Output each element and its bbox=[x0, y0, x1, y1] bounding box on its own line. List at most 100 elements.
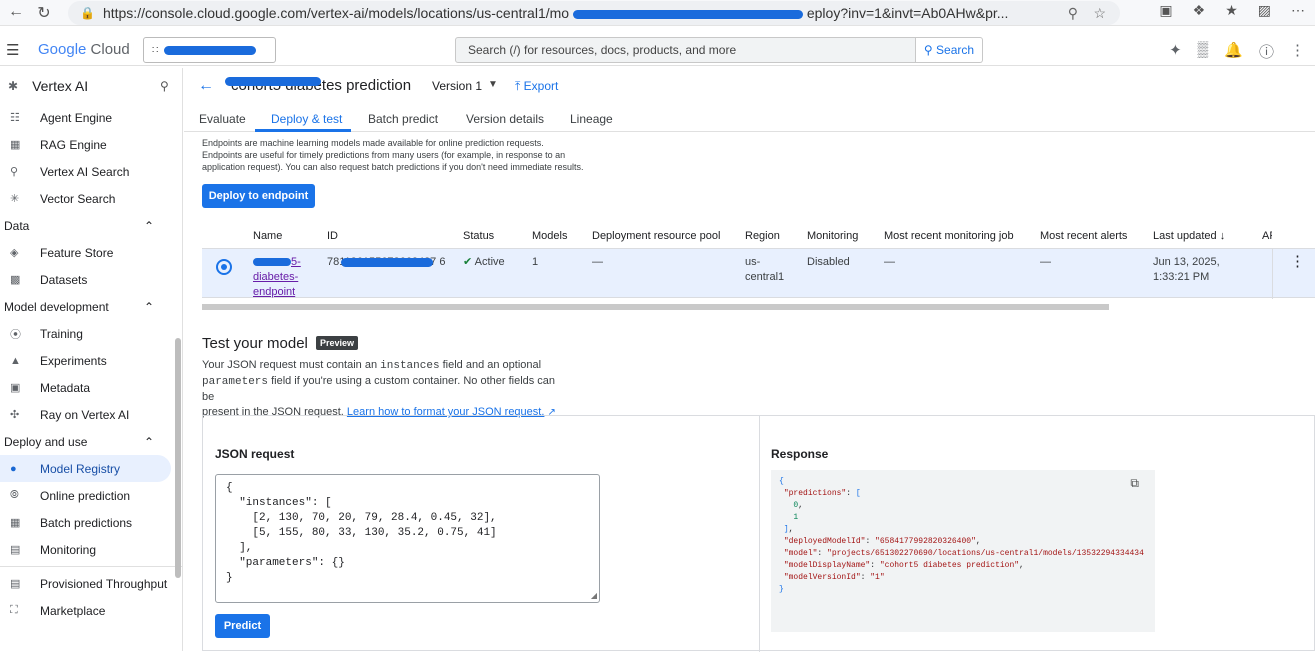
sidebar-item-marketplace[interactable]: ⛶ Marketplace bbox=[0, 597, 182, 624]
back-arrow-icon[interactable]: ← bbox=[198, 77, 214, 95]
tab-deploy-and-test[interactable]: Deploy & test bbox=[271, 112, 342, 126]
sidebar-item-provisioned-throughput[interactable]: ▤ Provisioned Throughput bbox=[0, 570, 182, 597]
monitoring-job: — bbox=[884, 256, 895, 268]
back-arrow-icon[interactable]: ← bbox=[4, 3, 28, 21]
project-icon: ∷ bbox=[152, 44, 159, 56]
sidebar-title: Vertex AI bbox=[32, 78, 89, 94]
sidebar-header: ✱ Vertex AI ⚲ bbox=[0, 68, 182, 104]
export-button[interactable]: ⤒ Export bbox=[515, 79, 558, 94]
google-cloud-logo[interactable]: Google Cloud bbox=[38, 41, 130, 58]
column-header-monitoring-job[interactable]: Most recent monitoring job bbox=[884, 230, 1014, 242]
sidebar-item-batch-predictions[interactable]: ▦ Batch predictions bbox=[0, 509, 182, 536]
sidebar-scrollbar[interactable] bbox=[175, 338, 181, 578]
column-header-ap[interactable]: AP bbox=[1262, 230, 1272, 242]
tab-evaluate[interactable]: Evaluate bbox=[199, 112, 246, 126]
region: us-central1 bbox=[745, 256, 785, 283]
redaction-mark bbox=[572, 9, 803, 19]
browser-extension-icons: ▣ ❖ ★ ▨ ⋯ bbox=[1159, 2, 1305, 19]
extension-n-icon[interactable]: ▣ bbox=[1159, 2, 1172, 19]
status-badge: ✔ Active bbox=[463, 256, 505, 268]
json-request-textarea[interactable]: { "instances": [ [2, 130, 70, 20, 79, 28… bbox=[215, 474, 600, 603]
predict-button[interactable]: Predict bbox=[215, 614, 270, 638]
response-json: { "predictions": [ 0, 1 ], "deployedMode… bbox=[779, 477, 1144, 594]
sidebar-item-experiments[interactable]: ▲ Experiments bbox=[0, 347, 182, 374]
version-selector[interactable]: Version 1 bbox=[432, 79, 482, 93]
menu-hamburger-icon[interactable]: ☰ bbox=[6, 41, 19, 59]
cloud-shell-icon[interactable]: ▒ bbox=[1198, 41, 1209, 62]
profile-icon[interactable]: ▨ bbox=[1258, 2, 1271, 19]
tab-batch-predict[interactable]: Batch predict bbox=[368, 112, 438, 126]
redaction-mark bbox=[164, 45, 257, 55]
notifications-bell-icon[interactable]: 🔔 bbox=[1224, 41, 1243, 62]
sidebar-item-ray[interactable]: ✣ Ray on Vertex AI bbox=[0, 401, 182, 428]
column-header-last-updated[interactable]: Last updated ↓ bbox=[1153, 230, 1225, 242]
monitoring-status: Disabled bbox=[807, 256, 850, 268]
table-row[interactable]: 5- diabetes- endpoint 781126155672668487… bbox=[202, 248, 1315, 300]
column-header-name[interactable]: Name bbox=[253, 230, 282, 242]
favorites-icon[interactable]: ★ bbox=[1225, 2, 1238, 19]
site-info-icon[interactable]: 🔒 bbox=[80, 6, 95, 20]
tab-version-details[interactable]: Version details bbox=[466, 112, 544, 126]
sidebar-item-agent-engine[interactable]: ☷ Agent Engine bbox=[0, 104, 182, 131]
url-tail: eploy?inv=1&invt=Ab0AHw&pr... bbox=[806, 5, 1009, 21]
resize-handle-icon[interactable]: ◢ bbox=[591, 591, 597, 600]
browser-toolbar: ← ↻ 🔒 https://console.cloud.google.com/v… bbox=[0, 0, 1315, 26]
address-bar[interactable]: 🔒 https://console.cloud.google.com/verte… bbox=[68, 1, 1120, 25]
sidebar-section-deploy-and-use[interactable]: Deploy and use ⌃ bbox=[0, 428, 182, 455]
sidebar: ✱ Vertex AI ⚲ ☷ Agent Engine ▦ RAG Engine … bbox=[0, 68, 183, 651]
sidebar-item-datasets[interactable]: ▩ Datasets bbox=[0, 266, 182, 293]
more-options-icon[interactable]: ⋮ bbox=[1290, 41, 1305, 62]
sidebar-item-model-registry[interactable]: ● Model Registry bbox=[0, 455, 171, 482]
favorite-star-icon[interactable]: ☆ bbox=[1093, 5, 1106, 22]
sidebar-item-vector-search[interactable]: ✳ Vector Search bbox=[0, 185, 182, 212]
browser-menu-icon[interactable]: ⋯ bbox=[1291, 2, 1305, 19]
column-header-alerts[interactable]: Most recent alerts bbox=[1040, 230, 1127, 242]
column-header-status[interactable]: Status bbox=[463, 230, 494, 242]
sidebar-section-model-development[interactable]: Model development ⌃ bbox=[0, 293, 182, 320]
reload-icon[interactable]: ↻ bbox=[32, 3, 56, 23]
search-input[interactable]: Search (/) for resources, docs, products… bbox=[455, 37, 916, 63]
row-actions-kebab-icon[interactable]: ⋮ bbox=[1290, 252, 1305, 270]
agent-icon: ☷ bbox=[10, 112, 20, 124]
column-header-id[interactable]: ID bbox=[327, 230, 338, 242]
sidebar-item-monitoring[interactable]: ▤ Monitoring bbox=[0, 536, 182, 563]
table-horizontal-scrollbar[interactable] bbox=[202, 304, 1109, 310]
extensions-puzzle-icon[interactable]: ❖ bbox=[1193, 2, 1206, 19]
preview-badge: Preview bbox=[316, 336, 359, 350]
sidebar-item-vertex-ai-search[interactable]: ⚲ Vertex AI Search bbox=[0, 158, 182, 185]
row-radio-selected[interactable] bbox=[216, 259, 232, 275]
gemini-sparkle-icon[interactable]: ✦ bbox=[1169, 41, 1182, 62]
help-icon[interactable]: ⓘ bbox=[1259, 41, 1274, 62]
column-header-models[interactable]: Models bbox=[532, 230, 567, 242]
response-label: Response bbox=[771, 447, 829, 461]
sidebar-item-metadata[interactable]: ▣ Metadata bbox=[0, 374, 182, 401]
column-header-monitoring[interactable]: Monitoring bbox=[807, 230, 858, 242]
bulb-icon: ● bbox=[10, 462, 17, 475]
sidebar-item-rag-engine[interactable]: ▦ RAG Engine bbox=[0, 131, 182, 158]
search-icon: ⚲ bbox=[923, 43, 933, 57]
zoom-icon[interactable]: ⚲ bbox=[1068, 5, 1078, 22]
sidebar-item-online-prediction[interactable]: ⦾ Online prediction bbox=[0, 482, 182, 509]
marketplace-icon: ⛶ bbox=[10, 604, 18, 616]
deploy-to-endpoint-button[interactable]: Deploy to endpoint bbox=[202, 184, 315, 208]
sidebar-item-training[interactable]: ⦿ Training bbox=[0, 320, 182, 347]
metadata-icon: ▣ bbox=[10, 382, 21, 394]
endpoint-name-link[interactable]: 5- diabetes- endpoint bbox=[253, 255, 301, 300]
redaction-mark bbox=[225, 77, 321, 86]
pin-icon[interactable]: ⚲ bbox=[160, 79, 169, 93]
throughput-icon: ▤ bbox=[10, 578, 21, 590]
project-picker[interactable]: ∷ bbox=[143, 37, 276, 63]
column-header-pool[interactable]: Deployment resource pool bbox=[592, 230, 720, 242]
endpoints-intro: Endpoints are machine learning models ma… bbox=[202, 138, 584, 172]
ray-icon: ✣ bbox=[10, 409, 20, 421]
sidebar-item-feature-store[interactable]: ◈ Feature Store bbox=[0, 239, 182, 266]
search-button[interactable]: ⚲ Search bbox=[916, 37, 983, 63]
caret-down-icon[interactable]: ▼ bbox=[488, 79, 498, 90]
batch-icon: ▦ bbox=[10, 517, 21, 529]
sidebar-section-data[interactable]: Data ⌃ bbox=[0, 212, 182, 239]
json-request-label: JSON request bbox=[215, 447, 295, 461]
search-button-label: Search bbox=[936, 43, 975, 57]
tab-lineage[interactable]: Lineage bbox=[570, 112, 613, 126]
column-header-region[interactable]: Region bbox=[745, 230, 780, 242]
copy-icon[interactable]: ⧉ bbox=[1130, 476, 1139, 491]
